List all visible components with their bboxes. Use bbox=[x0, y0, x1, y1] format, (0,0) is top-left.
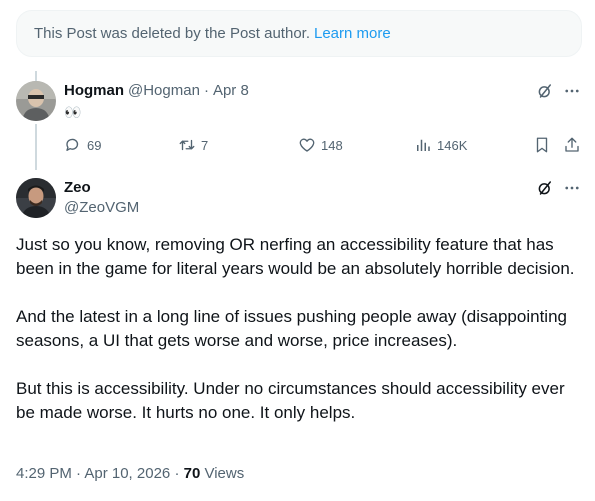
reply-handle[interactable]: @Hogman bbox=[128, 82, 200, 99]
post-timestamp[interactable]: 4:29 PM · Apr 10, 2026 bbox=[16, 465, 170, 482]
more-icon[interactable] bbox=[562, 81, 582, 101]
post-views-label: Views bbox=[204, 465, 245, 482]
heart-icon bbox=[299, 138, 315, 152]
more-icon[interactable] bbox=[562, 178, 582, 198]
like-count: 148 bbox=[321, 137, 343, 153]
post-metadata: 4:29 PM · Apr 10, 2026 · 70 Views bbox=[16, 465, 244, 482]
bookmark-icon bbox=[536, 137, 548, 153]
like-button[interactable]: 148 bbox=[298, 136, 343, 154]
views-button[interactable]: 146K bbox=[414, 136, 467, 154]
thread-connector bbox=[35, 124, 37, 170]
post-view-count: 70 bbox=[183, 465, 201, 482]
reply-count: 69 bbox=[87, 137, 102, 153]
share-button[interactable] bbox=[563, 136, 586, 154]
thread-connector-top bbox=[35, 71, 37, 81]
metadata-separator: · bbox=[174, 465, 180, 482]
main-post-name-row: Zeo bbox=[64, 179, 91, 196]
main-post-text: Just so you know, removing OR nerfing an… bbox=[16, 233, 586, 425]
repost-icon bbox=[179, 139, 195, 151]
reply-separator: · bbox=[203, 82, 209, 99]
main-post-handle-row: @ZeoVGM bbox=[64, 199, 139, 216]
reply-action-bar: 69 7 148 146K bbox=[64, 136, 584, 156]
deleted-notice-text: This Post was deleted by the Post author… bbox=[34, 25, 310, 42]
zeo-avatar[interactable] bbox=[16, 178, 56, 218]
reply-date[interactable]: Apr 8 bbox=[213, 82, 249, 99]
share-icon bbox=[565, 137, 579, 152]
reply-icon bbox=[66, 138, 79, 151]
reply-text: 👀 bbox=[64, 104, 83, 120]
deleted-post-notice: This Post was deleted by the Post author… bbox=[16, 10, 582, 57]
reply-button[interactable]: 69 bbox=[64, 136, 101, 154]
view-count: 146K bbox=[437, 137, 468, 153]
analytics-icon bbox=[417, 139, 430, 151]
learn-more-link[interactable]: Learn more bbox=[314, 25, 391, 42]
main-post-handle[interactable]: @ZeoVGM bbox=[64, 199, 139, 216]
reply-header: Hogman @Hogman · Apr 8 bbox=[64, 82, 249, 99]
hogman-avatar[interactable] bbox=[16, 81, 56, 121]
reply-display-name[interactable]: Hogman bbox=[64, 82, 124, 99]
grok-icon[interactable] bbox=[535, 178, 555, 198]
main-post-paragraph: And the latest in a long line of issues … bbox=[16, 307, 567, 350]
repost-count: 7 bbox=[201, 137, 209, 153]
main-post-paragraph: Just so you know, removing OR nerfing an… bbox=[16, 235, 575, 278]
grok-icon[interactable] bbox=[535, 81, 555, 101]
repost-button[interactable]: 7 bbox=[178, 136, 208, 154]
main-post-display-name[interactable]: Zeo bbox=[64, 179, 91, 196]
main-post-paragraph: But this is accessibility. Under no circ… bbox=[16, 379, 565, 422]
bookmark-button[interactable] bbox=[533, 136, 556, 154]
